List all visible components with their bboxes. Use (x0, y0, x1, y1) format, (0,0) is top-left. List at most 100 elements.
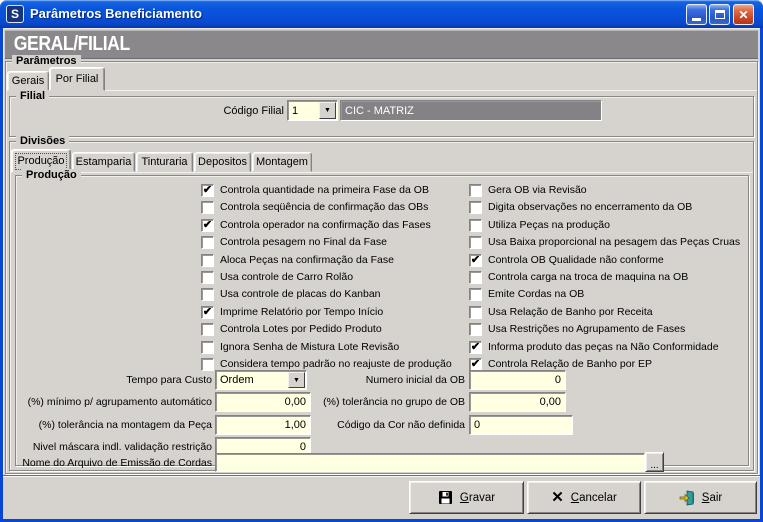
checkbox-label: Gera OB via Revisão (488, 184, 587, 197)
numero-inicial-ob-field[interactable]: 0 (469, 370, 566, 390)
tolerancia-grupo-ob-label: (%) tolerância no grupo de OB (310, 396, 465, 409)
checkbox[interactable] (201, 288, 214, 301)
checkbox[interactable] (201, 341, 214, 354)
checkbox-row: Controla seqüência de confirmação das OB… (201, 201, 452, 214)
ellipsis-icon: ... (650, 463, 658, 469)
maximize-icon (715, 10, 725, 19)
checkbox-label: Controla operador na confirmação das Fas… (220, 219, 431, 232)
checkbox-column-left: ✔ Controla quantidade na primeira Fase da… (201, 184, 452, 371)
checkbox-label: Usa Relação de Banho por Receita (488, 306, 653, 319)
tab-por-filial-label: Por Filial (56, 73, 99, 85)
tab-gerais[interactable]: Gerais (7, 71, 49, 91)
checkbox[interactable] (469, 219, 482, 232)
minimize-icon (692, 18, 701, 21)
checkbox[interactable]: ✔ (469, 341, 482, 354)
checkbox-row: Usa Relação de Banho por Receita (469, 306, 740, 319)
checkbox-row: Utiliza Peças na produção (469, 219, 740, 232)
checkbox[interactable] (469, 306, 482, 319)
checkbox-label: Usa controle de placas do Kanban (220, 288, 381, 301)
checkbox[interactable] (469, 184, 482, 197)
tab-estamparia-label: Estamparia (76, 156, 132, 168)
checkbox[interactable] (201, 236, 214, 249)
cancelar-button[interactable]: ✕ Cancelar (527, 481, 641, 514)
checkbox-label: Imprime Relatório por Tempo Início (220, 306, 383, 319)
checkbox-row: Considera tempo padrão no reajuste de pr… (201, 358, 452, 371)
minimo-agrupamento-label: (%) mínimo p/ agrupamento automático (0, 396, 212, 409)
tab-tinturaria[interactable]: Tinturaria (136, 152, 193, 172)
tab-depositos[interactable]: Depositos (194, 152, 251, 172)
dropdown-arrow-icon[interactable]: ▼ (319, 102, 336, 119)
checkbox-label: Controla carga na troca de maquina na OB (488, 271, 688, 284)
checkbox[interactable] (201, 271, 214, 284)
close-button[interactable]: ✕ (733, 4, 754, 25)
checkbox-label: Emite Cordas na OB (488, 288, 584, 301)
codigo-filial-value: 1 (288, 105, 318, 117)
maximize-button[interactable] (709, 4, 730, 25)
groupbox-parametros-label: Parâmetros (12, 55, 81, 67)
tempo-custo-combobox[interactable]: Ordem ▼ (215, 370, 307, 390)
checkbox-row: Emite Cordas na OB (469, 288, 740, 301)
checkbox[interactable] (469, 236, 482, 249)
tab-montagem[interactable]: Montagem (252, 152, 312, 172)
checkbox[interactable] (469, 323, 482, 336)
filial-nome-value: CIC - MATRIZ (345, 105, 414, 117)
codigo-filial-combobox[interactable]: 1 ▼ (287, 100, 338, 121)
browse-button[interactable]: ... (645, 452, 664, 472)
checkbox-label: Controla quantidade na primeira Fase da … (220, 184, 429, 197)
filial-nome-field: CIC - MATRIZ (340, 100, 602, 121)
tab-estamparia[interactable]: Estamparia (72, 152, 135, 172)
sair-label: Sair (702, 492, 722, 504)
exit-door-icon (679, 490, 695, 506)
minimo-agrupamento-value: 0,00 (285, 396, 306, 408)
checkbox-row: Gera OB via Revisão (469, 184, 740, 197)
checkbox-label: Usa Restrições no Agrupamento de Fases (488, 323, 685, 336)
checkbox[interactable]: ✔ (201, 219, 214, 232)
checkbox-label: Controla OB Qualidade não conforme (488, 254, 664, 267)
close-icon: ✕ (738, 9, 748, 21)
gravar-label: Gravar (460, 492, 495, 504)
section-header-bar: GERAL/FILIAL (5, 30, 758, 59)
checkbox-label: Controla Relação de Banho por EP (488, 358, 652, 371)
groupbox-divisoes-label: Divisões (16, 135, 69, 147)
checkbox-row: ✔ Controla OB Qualidade não conforme (469, 254, 740, 267)
cancelar-label: Cancelar (571, 492, 617, 504)
arquivo-cordas-field[interactable] (215, 453, 645, 472)
checkbox[interactable] (469, 288, 482, 301)
checkbox-label: Controla seqüência de confirmação das OB… (220, 201, 428, 214)
checkbox-row: ✔ Controla Relação de Banho por EP (469, 358, 740, 371)
checkbox[interactable] (201, 254, 214, 267)
tolerancia-montagem-field[interactable]: 1,00 (215, 415, 311, 435)
title-bar[interactable]: S Parâmetros Beneficiamento ✕ (0, 0, 763, 28)
checkbox-row: ✔Informa produto das peças na Não Confor… (469, 341, 740, 354)
minimize-button[interactable] (686, 4, 707, 25)
dropdown-arrow-icon[interactable]: ▼ (288, 372, 305, 388)
codigo-cor-field[interactable]: 0 (469, 415, 573, 435)
tolerancia-grupo-ob-value: 0,00 (540, 396, 561, 408)
save-floppy-icon (438, 490, 453, 505)
groupbox-producao-label: Produção (22, 169, 81, 181)
checkbox[interactable] (469, 271, 482, 284)
nivel-mascara-value: 0 (300, 441, 306, 453)
tab-page-edge (6, 90, 757, 91)
checkbox[interactable]: ✔ (469, 358, 482, 371)
app-icon: S (6, 5, 24, 23)
tab-depositos-label: Depositos (198, 156, 247, 168)
tab-montagem-label: Montagem (256, 156, 308, 168)
gravar-button[interactable]: Gravar (409, 481, 524, 514)
checkbox[interactable] (201, 323, 214, 336)
checkbox[interactable]: ✔ (201, 306, 214, 319)
tolerancia-grupo-ob-field[interactable]: 0,00 (469, 392, 566, 412)
checkbox[interactable]: ✔ (201, 184, 214, 197)
checkbox-row: Controla Lotes por Pedido Produto (201, 323, 452, 336)
minimo-agrupamento-field[interactable]: 0,00 (215, 392, 311, 412)
checkbox-row: Controla pesagem no Final da Fase (201, 236, 452, 249)
codigo-cor-label: Código da Cor não definida (330, 419, 465, 432)
sair-button[interactable]: Sair (644, 481, 757, 514)
cancel-x-icon: ✕ (551, 490, 564, 505)
checkbox[interactable] (469, 201, 482, 214)
checkbox[interactable] (201, 358, 214, 371)
checkbox[interactable]: ✔ (469, 254, 482, 267)
checkbox-column-right: Gera OB via Revisão Digita observações n… (469, 184, 740, 371)
checkbox[interactable] (201, 201, 214, 214)
tab-por-filial[interactable]: Por Filial (49, 67, 105, 91)
